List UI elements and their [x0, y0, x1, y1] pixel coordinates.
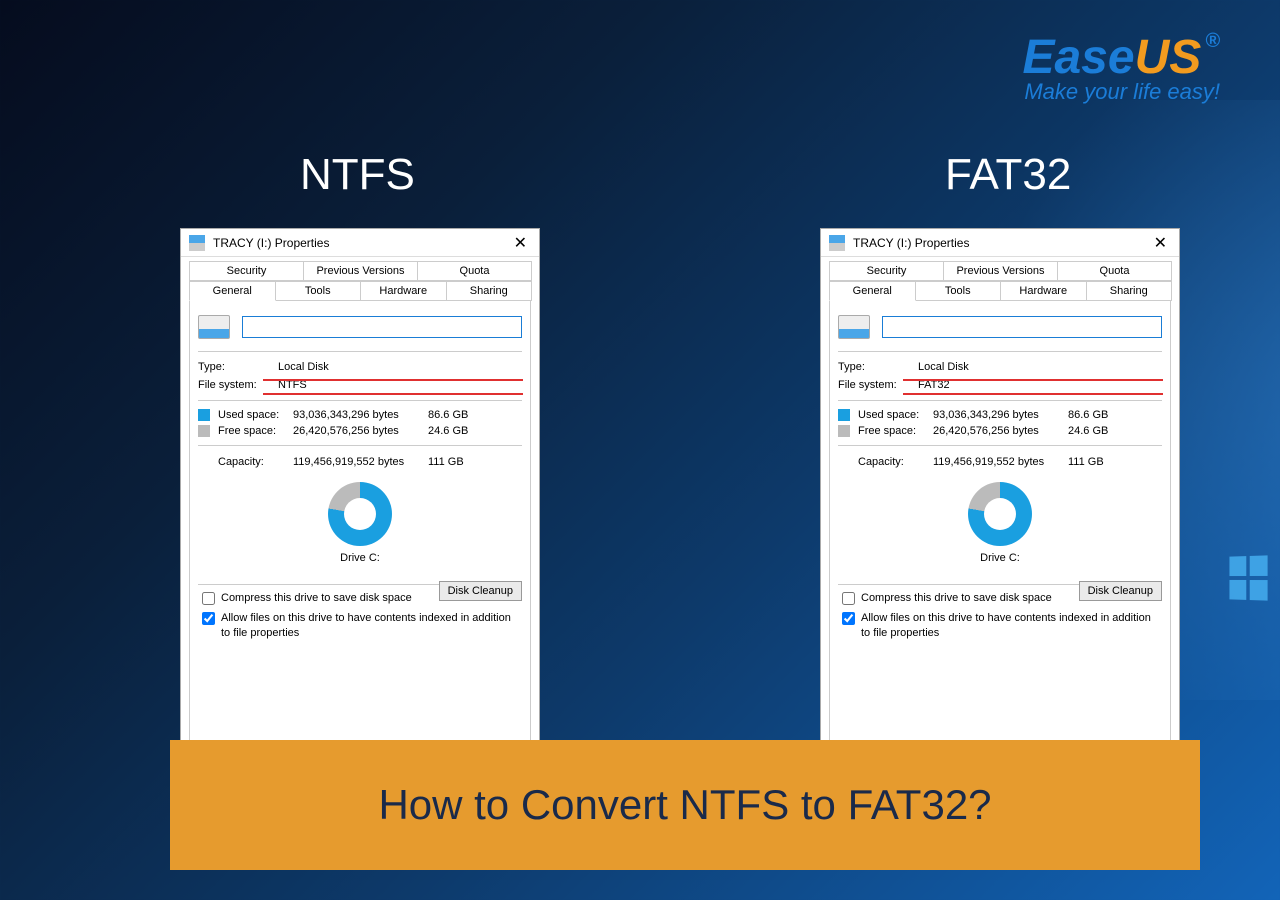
tabs-row-1: Security Previous Versions Quota — [181, 257, 539, 281]
disk-cleanup-button[interactable]: Disk Cleanup — [1079, 581, 1162, 601]
tabs-row-1: Security Previous Versions Quota — [821, 257, 1179, 281]
index-label: Allow files on this drive to have conten… — [221, 611, 522, 640]
capacity-label: Capacity: — [858, 456, 933, 468]
type-label: Type: — [198, 361, 278, 373]
type-value: Local Disk — [918, 361, 1162, 373]
usage-pie-chart — [968, 482, 1032, 546]
free-bytes: 26,420,576,256 bytes — [933, 425, 1068, 437]
properties-dialog-ntfs: TRACY (I:) Properties ✕ Security Previou… — [180, 228, 540, 768]
windows-logo-bg — [1229, 555, 1267, 600]
heading-ntfs: NTFS — [300, 150, 415, 200]
drive-letter-label: Drive C: — [838, 552, 1162, 564]
heading-fat32: FAT32 — [945, 150, 1071, 200]
tab-previous-versions[interactable]: Previous Versions — [943, 261, 1058, 281]
disk-cleanup-button[interactable]: Disk Cleanup — [439, 581, 522, 601]
drive-name-input[interactable] — [882, 316, 1162, 338]
capacity-human: 111 GB — [428, 456, 483, 468]
used-bytes: 93,036,343,296 bytes — [933, 409, 1068, 421]
capacity-label: Capacity: — [218, 456, 293, 468]
used-swatch — [198, 409, 210, 421]
drive-name-input[interactable] — [242, 316, 522, 338]
logo-us: US — [1135, 31, 1202, 84]
drive-letter-label: Drive C: — [198, 552, 522, 564]
tab-tools[interactable]: Tools — [275, 281, 362, 301]
drive-icon-small — [189, 235, 205, 251]
filesystem-highlight — [263, 379, 523, 395]
tab-general[interactable]: General — [189, 281, 276, 301]
compress-checkbox[interactable] — [202, 592, 215, 605]
type-value: Local Disk — [278, 361, 522, 373]
filesystem-highlight — [903, 379, 1163, 395]
drive-icon-small — [829, 235, 845, 251]
usage-pie-chart — [328, 482, 392, 546]
free-human: 24.6 GB — [428, 425, 483, 437]
close-icon[interactable]: ✕ — [510, 233, 531, 253]
window-title: TRACY (I:) Properties — [213, 236, 510, 250]
free-human: 24.6 GB — [1068, 425, 1123, 437]
tab-security[interactable]: Security — [829, 261, 944, 281]
used-human: 86.6 GB — [428, 409, 483, 421]
tab-content-general: Type: Local Disk File system: NTFS Used … — [189, 301, 531, 771]
compress-label: Compress this drive to save disk space — [221, 591, 412, 605]
compress-label: Compress this drive to save disk space — [861, 591, 1052, 605]
free-label: Free space: — [218, 425, 293, 437]
free-bytes: 26,420,576,256 bytes — [293, 425, 428, 437]
brand-logo: EaseUS® Make your life easy! — [1022, 30, 1220, 105]
tab-general[interactable]: General — [829, 281, 916, 301]
compress-checkbox[interactable] — [842, 592, 855, 605]
tabs-row-2: General Tools Hardware Sharing — [181, 281, 539, 301]
type-label: Type: — [838, 361, 918, 373]
logo-registered: ® — [1205, 30, 1220, 52]
tab-tools[interactable]: Tools — [915, 281, 1002, 301]
index-label: Allow files on this drive to have conten… — [861, 611, 1162, 640]
title-banner: How to Convert NTFS to FAT32? — [170, 740, 1200, 870]
logo-tagline: Make your life easy! — [1022, 79, 1220, 105]
free-swatch — [198, 425, 210, 437]
used-swatch — [838, 409, 850, 421]
titlebar[interactable]: TRACY (I:) Properties ✕ — [181, 229, 539, 257]
tab-sharing[interactable]: Sharing — [446, 281, 533, 301]
used-label: Used space: — [218, 409, 293, 421]
drive-icon — [198, 315, 230, 339]
used-label: Used space: — [858, 409, 933, 421]
tab-content-general: Type: Local Disk File system: FAT32 Used… — [829, 301, 1171, 771]
capacity-bytes: 119,456,919,552 bytes — [933, 456, 1068, 468]
tab-hardware[interactable]: Hardware — [360, 281, 447, 301]
index-checkbox[interactable] — [202, 612, 215, 625]
capacity-bytes: 119,456,919,552 bytes — [293, 456, 428, 468]
tab-previous-versions[interactable]: Previous Versions — [303, 261, 418, 281]
logo-ease: Ease — [1022, 31, 1134, 84]
index-checkbox[interactable] — [842, 612, 855, 625]
tab-quota[interactable]: Quota — [417, 261, 532, 281]
tab-security[interactable]: Security — [189, 261, 304, 281]
capacity-human: 111 GB — [1068, 456, 1123, 468]
close-icon[interactable]: ✕ — [1150, 233, 1171, 253]
tab-quota[interactable]: Quota — [1057, 261, 1172, 281]
drive-icon — [838, 315, 870, 339]
free-swatch — [838, 425, 850, 437]
window-title: TRACY (I:) Properties — [853, 236, 1150, 250]
tabs-row-2: General Tools Hardware Sharing — [821, 281, 1179, 301]
used-human: 86.6 GB — [1068, 409, 1123, 421]
used-bytes: 93,036,343,296 bytes — [293, 409, 428, 421]
tab-sharing[interactable]: Sharing — [1086, 281, 1173, 301]
properties-dialog-fat32: TRACY (I:) Properties ✕ Security Previou… — [820, 228, 1180, 768]
tab-hardware[interactable]: Hardware — [1000, 281, 1087, 301]
banner-text: How to Convert NTFS to FAT32? — [378, 781, 991, 829]
titlebar[interactable]: TRACY (I:) Properties ✕ — [821, 229, 1179, 257]
free-label: Free space: — [858, 425, 933, 437]
